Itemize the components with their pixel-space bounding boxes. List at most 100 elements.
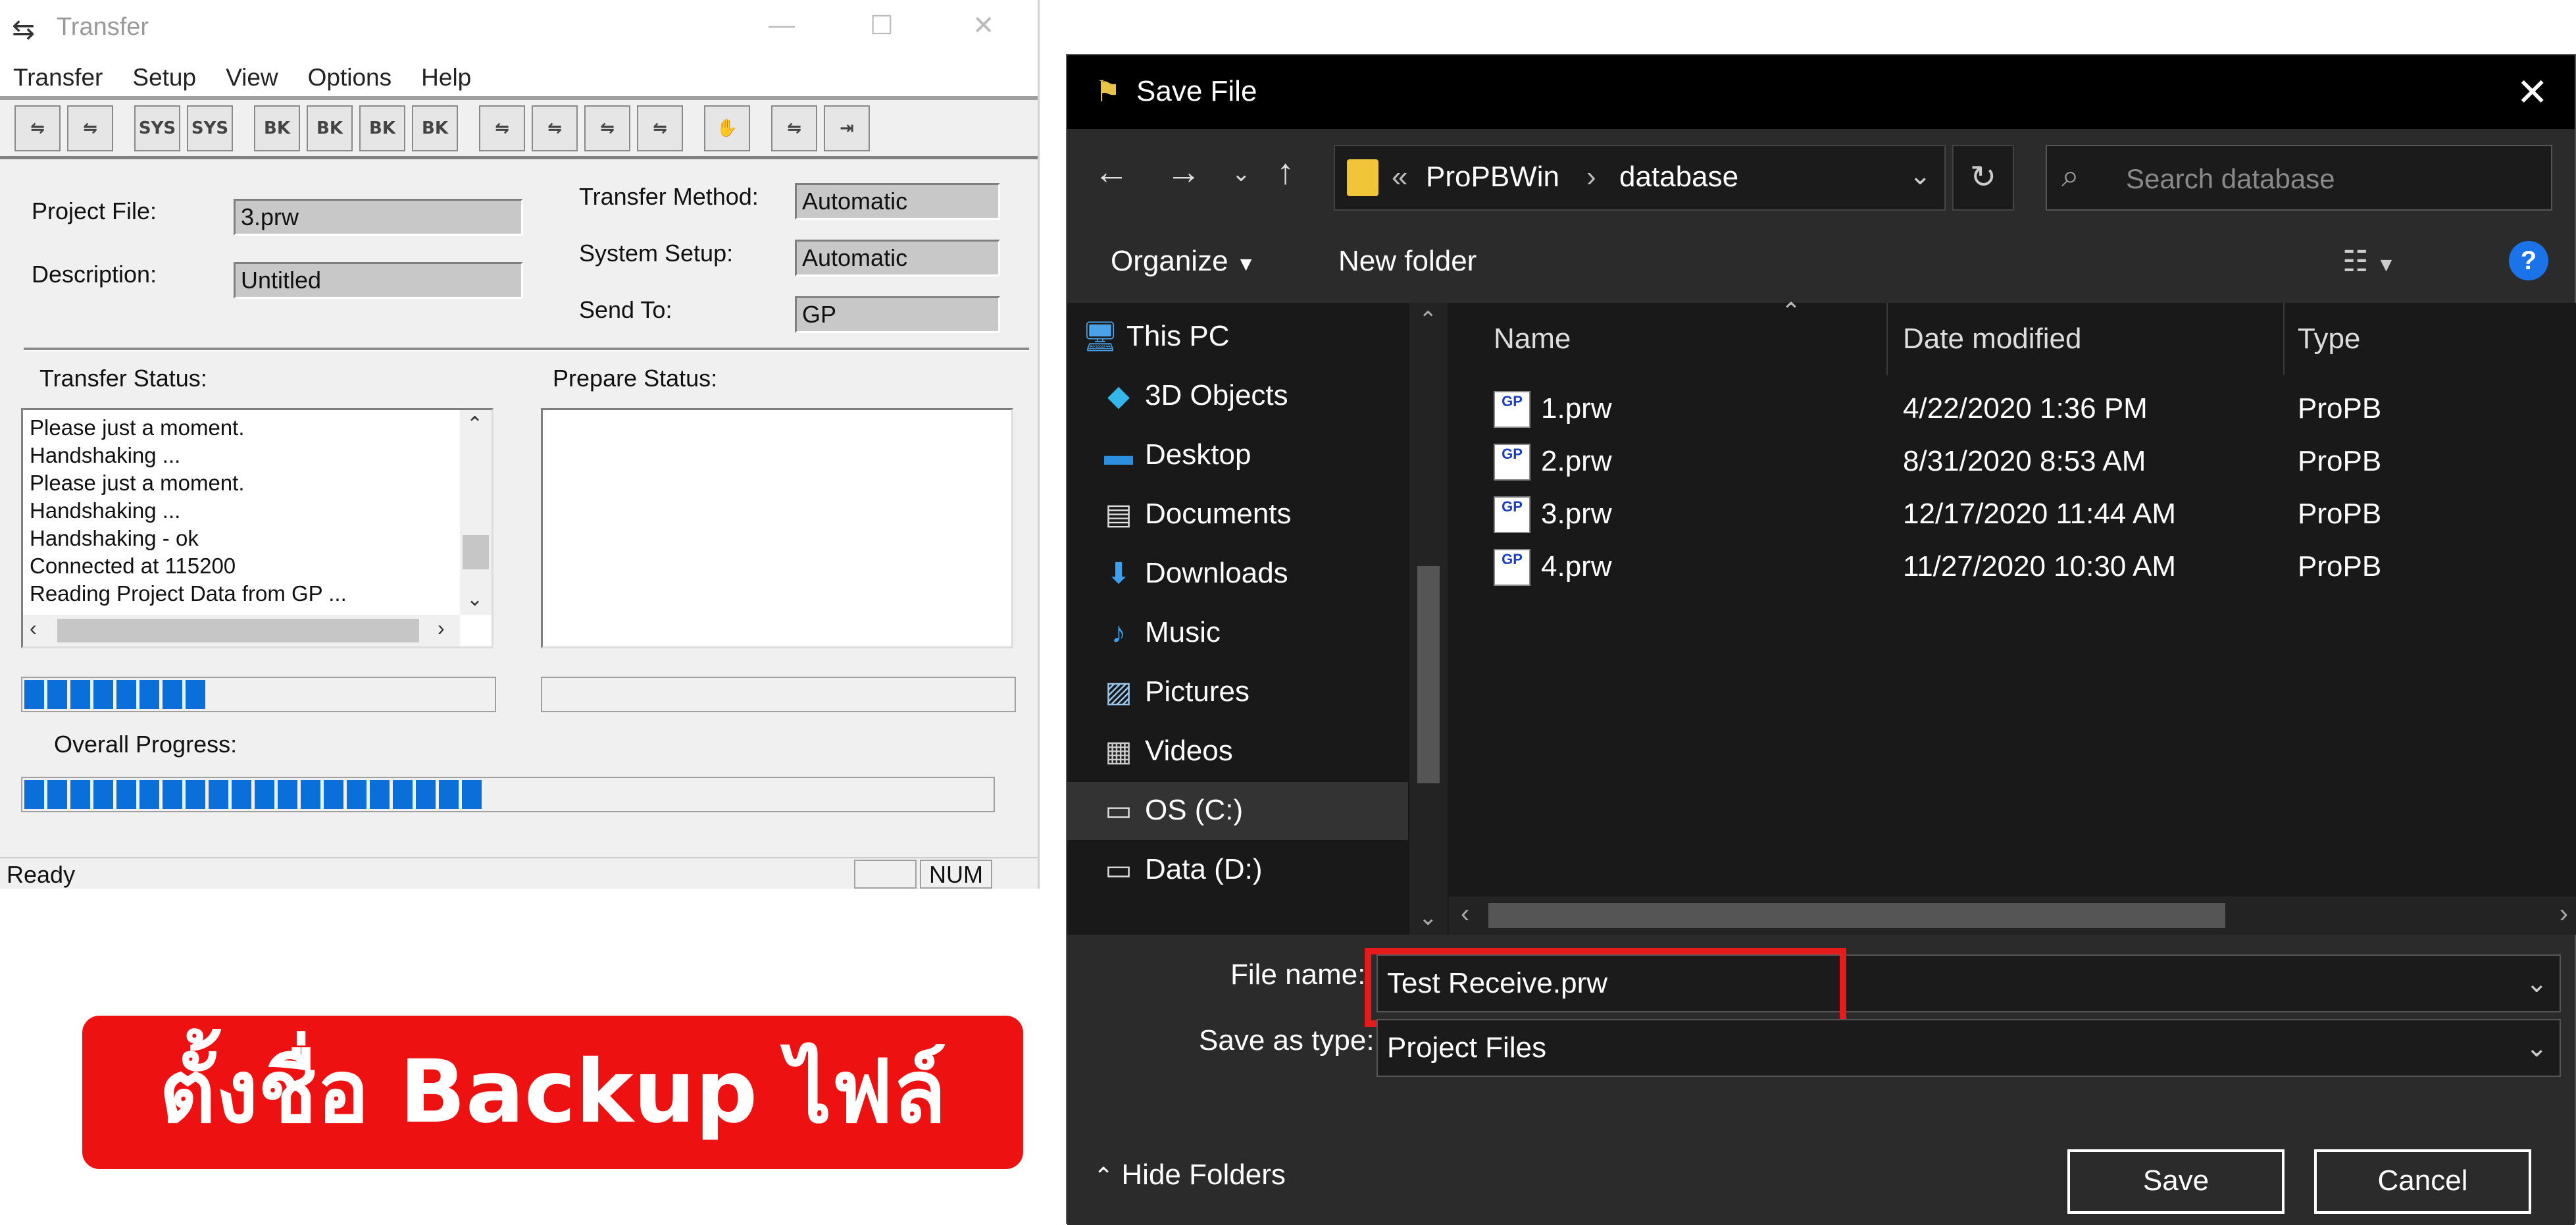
bk-verify-icon[interactable]: BK	[412, 105, 458, 151]
save-button[interactable]: Save	[2067, 1149, 2285, 1214]
forward-arrow-icon[interactable]: →	[1166, 151, 1201, 192]
file-row[interactable]: GP 3.prw 12/17/2020 11:44 AM ProPB	[1449, 490, 2576, 542]
nav-item-desktop[interactable]: ▬ Desktop	[1067, 427, 1408, 484]
progress-segment	[116, 680, 136, 709]
column-name[interactable]: Name	[1494, 303, 1571, 375]
breadcrumb-propbwin[interactable]: ProPBWin	[1426, 161, 1559, 194]
send-icon[interactable]: ⇋	[14, 105, 61, 151]
scroll-down-icon[interactable]: ⌄	[1419, 904, 1438, 931]
log-horizontal-scrollbar[interactable]: ‹ ›	[23, 615, 460, 646]
menu-transfer[interactable]: Transfer	[13, 64, 103, 91]
log-vertical-scrollbar[interactable]: ⌃ ⌄	[460, 410, 492, 615]
receive-icon[interactable]: ⇋	[67, 105, 113, 151]
column-type[interactable]: Type	[2298, 303, 2360, 375]
nav-scroll-thumb[interactable]	[1417, 566, 1440, 783]
tool-a-icon[interactable]: ⇋	[479, 105, 525, 151]
menu-options[interactable]: Options	[308, 64, 392, 91]
file-list-scroll-thumb[interactable]	[1488, 903, 2225, 928]
file-row[interactable]: GP 1.prw 4/22/2020 1:36 PM ProPB	[1449, 384, 2576, 437]
scroll-left-icon[interactable]: ‹	[30, 616, 37, 640]
nav-item-data-d[interactable]: ▭ Data (D:)	[1067, 841, 1408, 899]
column-separator[interactable]	[1886, 303, 1888, 375]
nav-item-downloads[interactable]: ⬇ Downloads	[1067, 545, 1408, 603]
column-date-modified[interactable]: Date modified	[1903, 303, 2081, 375]
address-bar[interactable]: « ProPBWin › database ⌄	[1334, 145, 1946, 211]
save-options-area: File name: Test Receive.prw ⌄ Save as ty…	[1067, 935, 2575, 1225]
organize-button[interactable]: Organize ▼	[1111, 245, 1255, 278]
file-row[interactable]: GP 2.prw 8/31/2020 8:53 AM ProPB	[1449, 437, 2576, 490]
tool-e-icon[interactable]: ⇋	[771, 105, 817, 151]
hide-folders-button[interactable]: ⌃ Hide Folders	[1094, 1159, 1286, 1191]
menu-setup[interactable]: Setup	[132, 64, 196, 91]
nav-scrollbar[interactable]: ⌃ ⌄	[1409, 303, 1448, 935]
tool-c-icon[interactable]: ⇋	[584, 105, 630, 151]
nav-item-pictures[interactable]: ▨ Pictures	[1067, 664, 1408, 721]
back-arrow-icon[interactable]: ←	[1094, 151, 1129, 192]
refresh-icon[interactable]: ↻	[1952, 145, 2014, 211]
breadcrumb-overflow-icon[interactable]: «	[1392, 161, 1407, 194]
breadcrumb-database[interactable]: database	[1619, 161, 1738, 194]
sys-receive-icon[interactable]: SYS	[187, 105, 233, 151]
nav-item-os-c[interactable]: ▭ OS (C:)	[1067, 782, 1408, 840]
bk-compare-icon[interactable]: BK	[359, 105, 405, 151]
tool-d-icon[interactable]: ⇋	[637, 105, 683, 151]
menu-view[interactable]: View	[226, 64, 278, 91]
prepare-status-log[interactable]	[541, 408, 1013, 648]
search-box[interactable]: ⌕ Search database	[2046, 145, 2552, 211]
chevron-down-icon[interactable]: ⌄	[1909, 161, 1931, 191]
cancel-button[interactable]: Cancel	[2314, 1149, 2531, 1214]
chevron-down-icon[interactable]: ⌄	[2525, 956, 2548, 1011]
nav-item-videos[interactable]: ▦ Videos	[1067, 723, 1408, 781]
nav-item-this-pc[interactable]: 🖥 This PC	[1067, 308, 1408, 366]
log-scroll-thumb[interactable]	[463, 535, 489, 569]
bk-send-icon[interactable]: BK	[254, 105, 300, 151]
column-separator[interactable]	[2283, 303, 2285, 375]
nav-item-music[interactable]: ♪ Music	[1067, 604, 1408, 662]
chevron-up-icon: ⌃	[1094, 1162, 1114, 1189]
overall-progress-label: Overall Progress:	[54, 731, 238, 758]
up-arrow-icon[interactable]: ↑	[1276, 151, 1294, 192]
bk-receive-icon[interactable]: BK	[307, 105, 353, 151]
help-icon[interactable]: ?	[2509, 241, 2548, 280]
view-options-icon[interactable]: ☷ ▼	[2342, 245, 2396, 278]
scroll-up-icon[interactable]: ⌃	[467, 413, 483, 436]
minimize-icon[interactable]: —	[769, 11, 795, 40]
scroll-right-icon[interactable]: ›	[2560, 899, 2568, 929]
scroll-up-icon[interactable]: ⌃	[1419, 307, 1438, 333]
tool-b-icon[interactable]: ⇋	[532, 105, 578, 151]
nav-item-documents[interactable]: ▤ Documents	[1067, 486, 1408, 544]
recent-locations-icon[interactable]: ⌄	[1232, 161, 1251, 187]
progress-segment	[24, 680, 44, 709]
close-icon[interactable]: ✕	[2516, 70, 2548, 115]
file-list-hscrollbar[interactable]: ‹ ›	[1449, 897, 2576, 935]
maximize-icon[interactable]: ☐	[870, 11, 894, 41]
pictures-icon: ▨	[1105, 676, 1132, 708]
nav-item-label: Data (D:)	[1145, 853, 1263, 885]
new-folder-button[interactable]: New folder	[1338, 245, 1477, 278]
divider	[24, 348, 1029, 352]
gp-file-icon: GP	[1494, 444, 1530, 481]
gp-file-icon: GP	[1494, 496, 1530, 533]
nav-item-3d-objects[interactable]: ◆ 3D Objects	[1067, 367, 1408, 425]
scroll-right-icon[interactable]: ›	[438, 616, 445, 640]
sys-send-icon[interactable]: SYS	[134, 105, 180, 151]
scroll-down-icon[interactable]: ⌄	[467, 588, 483, 611]
scroll-left-icon[interactable]: ‹	[1461, 899, 1469, 929]
system-setup-field: Automatic	[795, 240, 1000, 276]
file-name: 1.prw	[1541, 392, 1612, 425]
log-hscroll-thumb[interactable]	[57, 619, 419, 642]
nav-item-label: Pictures	[1145, 675, 1250, 708]
exit-icon[interactable]: ⇥	[824, 105, 870, 151]
progress-segment	[24, 780, 44, 809]
chevron-down-icon[interactable]: ⌄	[2525, 1020, 2548, 1076]
file-type: ProPB	[2298, 445, 2382, 477]
nav-item-label: This PC	[1126, 320, 1230, 352]
menu-help[interactable]: Help	[421, 64, 471, 91]
transfer-status-log[interactable]: Please just a moment. Handshaking ... Plea…	[21, 408, 493, 648]
file-row[interactable]: GP 4.prw 11/27/2020 10:30 AM ProPB	[1449, 542, 2576, 595]
close-icon[interactable]: ✕	[972, 11, 995, 41]
progress-segment	[70, 680, 90, 709]
hand-stop-icon[interactable]: ✋	[704, 105, 750, 151]
videos-icon: ▦	[1105, 735, 1132, 768]
save-as-type-select[interactable]: Project Files ⌄	[1376, 1019, 2561, 1077]
